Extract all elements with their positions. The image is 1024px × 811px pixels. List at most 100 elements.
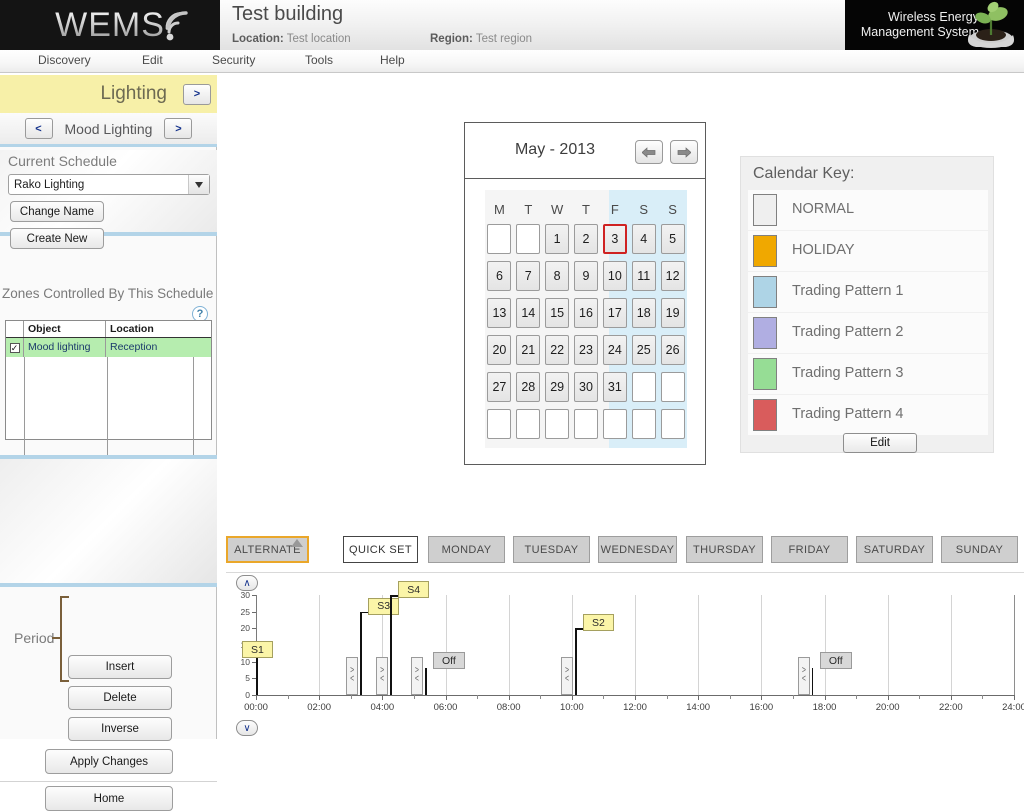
calendar-day-8[interactable]: 8 — [545, 260, 570, 291]
calendar-day-blank — [574, 408, 598, 439]
calendar-day-7[interactable]: 7 — [516, 260, 541, 291]
calendar-day-19[interactable]: 19 — [660, 297, 685, 328]
calendar-day-5[interactable]: 5 — [660, 223, 685, 254]
grid-line — [319, 595, 321, 695]
calendar-day-2[interactable]: 2 — [574, 223, 598, 254]
tab-thursday[interactable]: THURSDAY — [686, 536, 763, 563]
calendar-day-15[interactable]: 15 — [545, 297, 570, 328]
arrow-left-icon[interactable] — [635, 140, 663, 164]
table-row[interactable]: ✓ Mood lighting Reception — [6, 338, 211, 357]
tab-monday[interactable]: MONDAY — [428, 536, 505, 563]
calendar-day-20[interactable]: 20 — [487, 334, 512, 365]
apply-changes-button[interactable]: Apply Changes — [45, 749, 173, 774]
calendar-day-26[interactable]: 26 — [660, 334, 685, 365]
event-tag-s4[interactable]: S4 — [398, 581, 430, 598]
calendar-key-row[interactable]: NORMAL — [748, 190, 988, 230]
scroll-up-button[interactable]: ∧ — [236, 575, 258, 591]
tab-saturday[interactable]: SATURDAY — [856, 536, 933, 563]
y-tick-label: 5 — [245, 673, 250, 684]
region-label: Region: — [430, 33, 473, 45]
x-tick-minor — [729, 695, 731, 699]
menu-security[interactable]: Security — [212, 53, 255, 67]
schedule-select[interactable]: Rako Lighting — [8, 174, 210, 195]
row-checkbox[interactable]: ✓ — [9, 342, 20, 353]
calendar-day-31[interactable]: 31 — [602, 371, 627, 402]
calendar-day-28[interactable]: 28 — [516, 371, 541, 402]
calendar-day-4[interactable]: 4 — [631, 223, 656, 254]
menu-discovery[interactable]: Discovery — [38, 53, 91, 67]
calendar-day-16[interactable]: 16 — [574, 297, 598, 328]
calendar-day-27[interactable]: 27 — [487, 371, 512, 402]
edit-calendar-key-button[interactable]: Edit — [843, 433, 917, 453]
zones-header: Zones Controlled By This Schedule ? — [0, 283, 217, 322]
menu-tools[interactable]: Tools — [305, 53, 333, 67]
calendar-key-row[interactable]: Trading Pattern 3 — [748, 354, 988, 394]
arrow-right-icon[interactable] — [670, 140, 698, 164]
calendar-day-6[interactable]: 6 — [487, 260, 512, 291]
menu-edit[interactable]: Edit — [142, 53, 163, 67]
change-name-button[interactable]: Change Name — [10, 201, 104, 222]
inverse-button[interactable]: Inverse — [68, 717, 172, 741]
calendar-day-23[interactable]: 23 — [574, 334, 598, 365]
calendar-day-11[interactable]: 11 — [631, 260, 656, 291]
calendar-cell: 14 — [516, 294, 541, 331]
calendar-cell: 13 — [487, 294, 512, 331]
tab-friday[interactable]: FRIDAY — [771, 536, 848, 563]
calendar-key-row[interactable]: Trading Pattern 2 — [748, 313, 988, 353]
calendar-day-9[interactable]: 9 — [574, 260, 598, 291]
section-next-button[interactable]: > — [183, 83, 211, 105]
device-next-button[interactable]: > — [164, 118, 193, 139]
home-button[interactable]: Home — [45, 786, 173, 811]
calendar-day-21[interactable]: 21 — [516, 334, 541, 365]
event-drag-handle[interactable]: > < — [797, 657, 810, 695]
scroll-down-button[interactable]: ∨ — [236, 720, 258, 736]
delete-button[interactable]: Delete — [68, 686, 172, 710]
tab-sunday[interactable]: SUNDAY — [941, 536, 1018, 563]
calendar-day-30[interactable]: 30 — [574, 371, 598, 402]
calendar-cell — [516, 405, 541, 442]
insert-button[interactable]: Insert — [68, 655, 172, 679]
calendar-day-17[interactable]: 17 — [602, 297, 627, 328]
calendar-day-1[interactable]: 1 — [545, 223, 570, 254]
device-prev-button[interactable]: < — [24, 118, 53, 139]
grid-line — [635, 595, 636, 695]
calendar-day-29[interactable]: 29 — [545, 371, 570, 402]
calendar-dow-0: M — [494, 202, 505, 217]
tab-tuesday[interactable]: TUESDAY — [513, 536, 590, 563]
calendar-day-10[interactable]: 10 — [602, 260, 627, 291]
event-tag-off[interactable]: Off — [432, 652, 465, 670]
event-tag-off[interactable]: Off — [819, 652, 852, 670]
calendar-key-row[interactable]: HOLIDAY — [748, 231, 988, 271]
x-tick-minor — [477, 695, 479, 699]
chevron-down-icon[interactable] — [188, 175, 209, 194]
event-tag-s2[interactable]: S2 — [582, 614, 614, 632]
tab-wednesday[interactable]: WEDNESDAY — [598, 536, 677, 563]
calendar-cell: 25 — [631, 331, 656, 368]
calendar-day-3[interactable]: 3 — [602, 223, 627, 254]
calendar-day-18[interactable]: 18 — [631, 297, 656, 328]
calendar-key-label: HOLIDAY — [792, 242, 855, 258]
event-drag-handle[interactable]: > < — [376, 657, 389, 695]
calendar-day-25[interactable]: 25 — [631, 334, 656, 365]
color-swatch-icon — [753, 317, 777, 349]
calendar-day-12[interactable]: 12 — [660, 260, 685, 291]
event-tag-s1[interactable]: S1 — [242, 641, 273, 658]
calendar-day-14[interactable]: 14 — [516, 297, 541, 328]
calendar-day-24[interactable]: 24 — [602, 334, 627, 365]
calendar-key-row[interactable]: Trading Pattern 4 — [748, 395, 988, 435]
create-new-button[interactable]: Create New — [10, 228, 104, 249]
event-tag-s3[interactable]: S3 — [368, 597, 400, 615]
tab-quick-set[interactable]: QUICK SET — [343, 536, 418, 563]
schedule-timeline-plot[interactable]: 051015202530 00:0002:0004:0006:0008:0010… — [241, 581, 1024, 713]
calendar-key-row[interactable]: Trading Pattern 1 — [748, 272, 988, 312]
calendar-dow-1: T — [524, 202, 533, 217]
event-drag-handle[interactable]: > < — [560, 657, 573, 695]
event-drag-handle[interactable]: > < — [346, 657, 359, 695]
calendar-cell: 27 — [487, 368, 512, 405]
menu-help[interactable]: Help — [380, 53, 405, 67]
calendar-day-22[interactable]: 22 — [545, 334, 570, 365]
tab-alternate[interactable]: ALTERNATE — [226, 536, 309, 563]
row-check-cell: ✓ — [6, 338, 24, 357]
event-drag-handle[interactable]: > < — [410, 657, 423, 695]
calendar-day-13[interactable]: 13 — [487, 297, 512, 328]
